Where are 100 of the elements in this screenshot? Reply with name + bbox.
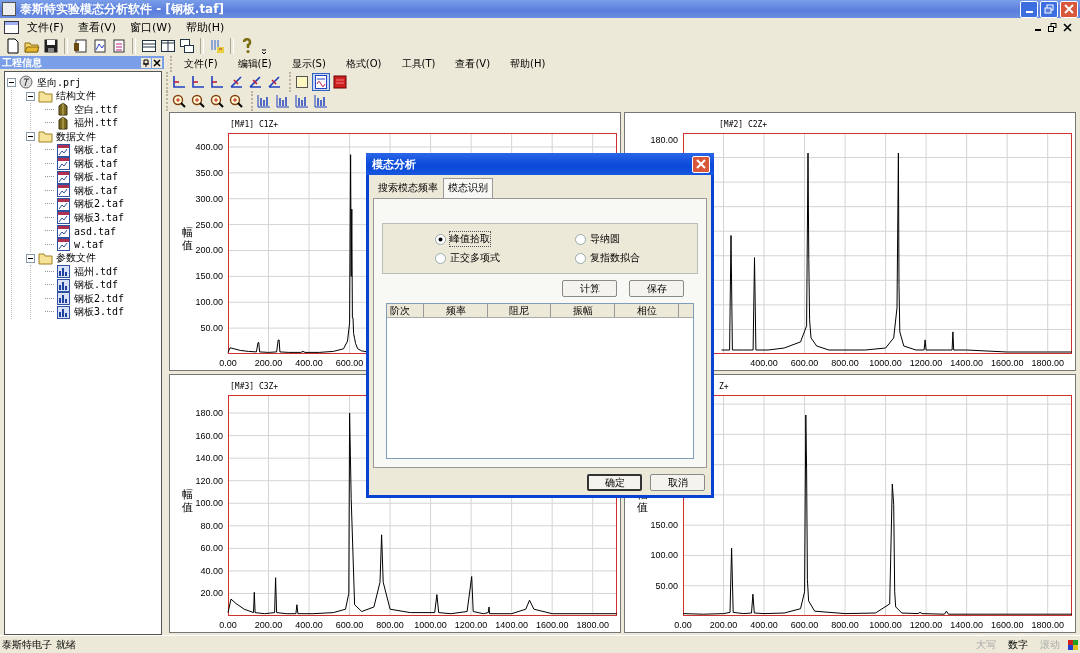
tick-label: 350.00 — [195, 167, 223, 178]
folder-icon — [38, 250, 53, 266]
radio-label[interactable]: 正交多项式 — [450, 251, 500, 265]
tree-item[interactable]: 钢板.taf — [73, 183, 120, 198]
new-file-icon[interactable] — [5, 38, 21, 54]
action-button[interactable]: 计算 — [562, 280, 617, 297]
action-button[interactable]: 保存 — [629, 280, 684, 297]
axis-label: 幅值 — [182, 225, 193, 252]
radio-button[interactable] — [435, 233, 446, 245]
pin-button[interactable] — [141, 57, 151, 68]
axis-icon[interactable] — [190, 73, 206, 90]
collapse-icon[interactable] — [26, 253, 35, 263]
tree-item[interactable]: 钢板.taf — [73, 143, 120, 158]
radio-button[interactable] — [435, 252, 446, 264]
tick-label: 200.00 — [254, 620, 283, 630]
tree-item[interactable]: 钢板3.tdf — [73, 305, 126, 320]
tree-item[interactable]: w.taf — [73, 239, 106, 251]
zoom-icon[interactable] — [228, 92, 244, 109]
filled-square-icon[interactable] — [332, 73, 348, 90]
menu-item[interactable]: 帮助(H) — [510, 57, 546, 71]
folder-icon — [38, 129, 53, 145]
menu-item[interactable]: 文件(F) — [27, 19, 64, 35]
menu-item[interactable]: 文件(F) — [184, 57, 218, 71]
close-icon — [696, 159, 706, 169]
tree-item[interactable]: 参数文件 — [55, 251, 97, 266]
tree-item[interactable]: 钢板3.taf — [73, 210, 126, 225]
tick-label: 1200.00 — [909, 620, 943, 630]
tick-label: 80.00 — [200, 520, 223, 531]
folder-icon — [38, 88, 53, 104]
tree-item[interactable]: 数据文件 — [55, 129, 97, 144]
restore-icon[interactable] — [1048, 22, 1057, 32]
collapse-icon[interactable] — [26, 91, 35, 101]
tree-item[interactable]: 结构文件 — [55, 89, 97, 104]
radio-label[interactable]: 复指数拟合 — [590, 251, 640, 265]
tick-label: 200.00 — [254, 358, 283, 368]
vertical-layout-icon[interactable] — [160, 38, 176, 54]
menu-item[interactable]: 查看(V) — [455, 57, 491, 71]
minimize-button[interactable] — [1020, 0, 1038, 18]
column-header[interactable]: 阻尼 — [488, 304, 551, 317]
menu-item[interactable]: 格式(O) — [345, 57, 382, 71]
close-button[interactable] — [152, 57, 162, 68]
bar-chart-icon[interactable] — [313, 92, 329, 109]
chart-icon[interactable] — [313, 73, 329, 90]
axis-icon[interactable] — [247, 73, 263, 90]
bar-chart-icon[interactable] — [294, 92, 310, 109]
tree-item[interactable]: 钢板.taf — [73, 170, 120, 185]
cascade-windows-icon[interactable] — [179, 38, 195, 54]
restore-button[interactable] — [1040, 0, 1058, 18]
tick-label: 50.00 — [655, 580, 678, 591]
menu-item[interactable]: 窗口(W) — [130, 19, 172, 35]
column-header[interactable]: 振幅 — [551, 304, 615, 317]
dialog-button[interactable]: 取消 — [650, 474, 705, 491]
close-icon[interactable] — [1063, 22, 1072, 32]
tree-item[interactable]: 空白.ttf — [73, 102, 120, 117]
tree-item[interactable]: 福州.tdf — [73, 264, 120, 279]
tab[interactable]: 搜索模态频率 — [373, 178, 443, 198]
zoom-icon[interactable] — [171, 92, 187, 109]
column-header[interactable]: 相位 — [615, 304, 679, 317]
collapse-icon[interactable] — [26, 132, 35, 142]
menu-item[interactable]: 查看(V) — [77, 19, 117, 35]
bar-chart-icon[interactable] — [256, 92, 272, 109]
tree-item[interactable]: 钢板.tdf — [73, 278, 120, 293]
tick-label: 1800.00 — [1031, 620, 1064, 630]
menu-item[interactable]: 显示(S) — [291, 57, 326, 71]
axis-icon[interactable] — [171, 73, 187, 90]
zoom-icon[interactable] — [190, 92, 206, 109]
tab[interactable]: 模态识别 — [443, 178, 493, 198]
menu-item[interactable]: 工具(T) — [401, 57, 436, 71]
bar-chart-icon[interactable] — [275, 92, 291, 109]
collapse-icon[interactable] — [7, 78, 16, 88]
radio-label[interactable]: 导纳圆 — [590, 232, 620, 246]
chart-file-icon — [56, 223, 71, 239]
tree-item[interactable]: 钢板.taf — [73, 156, 120, 171]
column-header[interactable]: 阶次 — [387, 304, 424, 317]
radio-button[interactable] — [575, 252, 586, 264]
radio-label[interactable]: 峰值拾取 — [450, 232, 490, 246]
bar-chart-file-icon — [56, 264, 71, 280]
tree-item[interactable]: 钢板2.tdf — [73, 291, 126, 306]
zoom-icon[interactable] — [209, 92, 225, 109]
tree-item[interactable]: 钢板2.taf — [73, 197, 126, 212]
axis-icon[interactable] — [266, 73, 282, 90]
chart-title: Z+ — [719, 382, 729, 391]
tree-item[interactable]: asd.taf — [73, 225, 118, 237]
tree-item[interactable]: 福州.ttf — [73, 116, 120, 131]
axis-label: 幅值 — [182, 487, 193, 514]
document-icon[interactable] — [111, 38, 127, 54]
column-header[interactable]: 频率 — [424, 304, 488, 317]
axis-icon[interactable] — [228, 73, 244, 90]
square-icon[interactable] — [294, 73, 310, 90]
tick-label: 20.00 — [200, 588, 223, 599]
menu-item[interactable]: 编辑(E) — [237, 57, 272, 71]
radio-button[interactable] — [575, 233, 586, 245]
dialog-button[interactable]: 确定 — [587, 474, 642, 491]
document-icon[interactable] — [92, 38, 108, 54]
axis-icon[interactable] — [209, 73, 225, 90]
tree-item[interactable]: 坚向.prj — [36, 75, 83, 90]
document-icon[interactable] — [73, 38, 89, 54]
save-icon[interactable] — [43, 38, 59, 54]
menu-item[interactable]: 帮助(H) — [185, 19, 225, 35]
horizontal-layout-icon[interactable] — [141, 38, 157, 54]
